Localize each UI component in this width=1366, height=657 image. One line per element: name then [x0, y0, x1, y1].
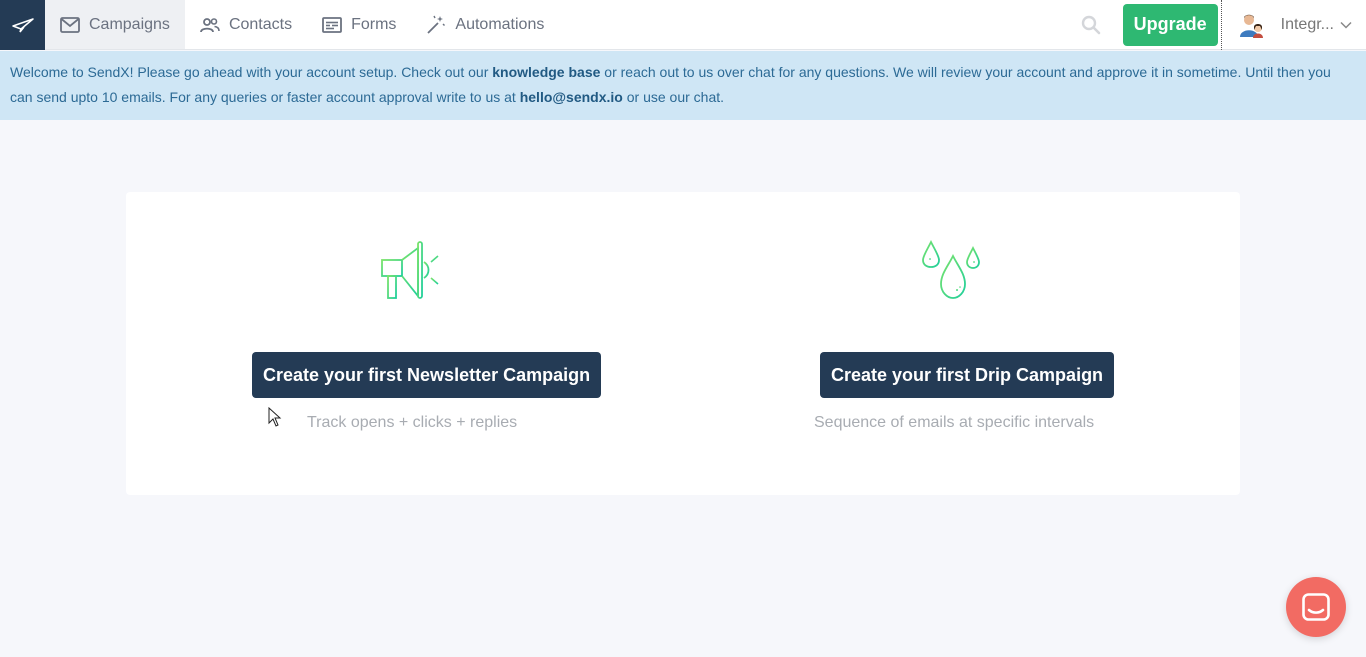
- nav-automations[interactable]: Automations: [411, 0, 559, 49]
- create-drip-campaign-button[interactable]: Create your first Drip Campaign: [820, 352, 1115, 398]
- knowledge-base-link[interactable]: knowledge base: [492, 64, 600, 80]
- magic-wand-icon: [426, 15, 446, 35]
- chat-icon: [1302, 593, 1330, 621]
- drip-subtitle: Sequence of emails at specific intervals: [814, 414, 1095, 431]
- profile-name: Integr...: [1280, 15, 1334, 33]
- droplets-icon: [922, 240, 980, 299]
- mail-icon: [60, 15, 80, 35]
- megaphone-icon: [381, 241, 441, 299]
- nav-forms-label: Forms: [351, 15, 397, 33]
- support-email-link[interactable]: hello@sendx.io: [520, 89, 623, 105]
- account-setup-notice: Welcome to SendX! Please go ahead with y…: [0, 51, 1366, 120]
- chevron-down-icon: [1340, 21, 1352, 29]
- search-button[interactable]: [1071, 0, 1111, 49]
- notice-text-1: Welcome to SendX! Please go ahead with y…: [10, 64, 493, 80]
- top-navbar: Campaigns Contacts Forms Automations Upg…: [0, 0, 1366, 50]
- nav-forms[interactable]: Forms: [307, 0, 411, 49]
- newsletter-column: Create your first Newsletter Campaign Tr…: [126, 192, 683, 495]
- avatar: [1239, 14, 1263, 38]
- nav-contacts-label: Contacts: [228, 15, 293, 33]
- create-newsletter-campaign-button[interactable]: Create your first Newsletter Campaign: [252, 352, 602, 398]
- people-icon: [200, 15, 220, 35]
- drip-column: Create your first Drip Campaign Sequence…: [683, 192, 1240, 495]
- notice-text-3: or use our chat.: [622, 89, 725, 105]
- search-icon: [1081, 15, 1100, 34]
- campaign-options-card: Create your first Newsletter Campaign Tr…: [126, 192, 1240, 495]
- form-icon: [322, 15, 342, 35]
- paper-plane-icon: [11, 18, 34, 33]
- profile-menu[interactable]: Integr...: [1222, 0, 1366, 49]
- chat-launcher-button[interactable]: [1286, 577, 1346, 637]
- nav-campaigns[interactable]: Campaigns: [45, 0, 185, 49]
- nav-campaigns-label: Campaigns: [89, 15, 170, 33]
- upgrade-button[interactable]: Upgrade: [1122, 3, 1218, 46]
- nav-automations-label: Automations: [455, 15, 545, 33]
- newsletter-subtitle: Track opens + clicks + replies: [307, 414, 518, 431]
- nav-contacts[interactable]: Contacts: [185, 0, 307, 49]
- mouse-cursor-icon: [268, 407, 282, 427]
- sendx-logo[interactable]: [0, 0, 45, 50]
